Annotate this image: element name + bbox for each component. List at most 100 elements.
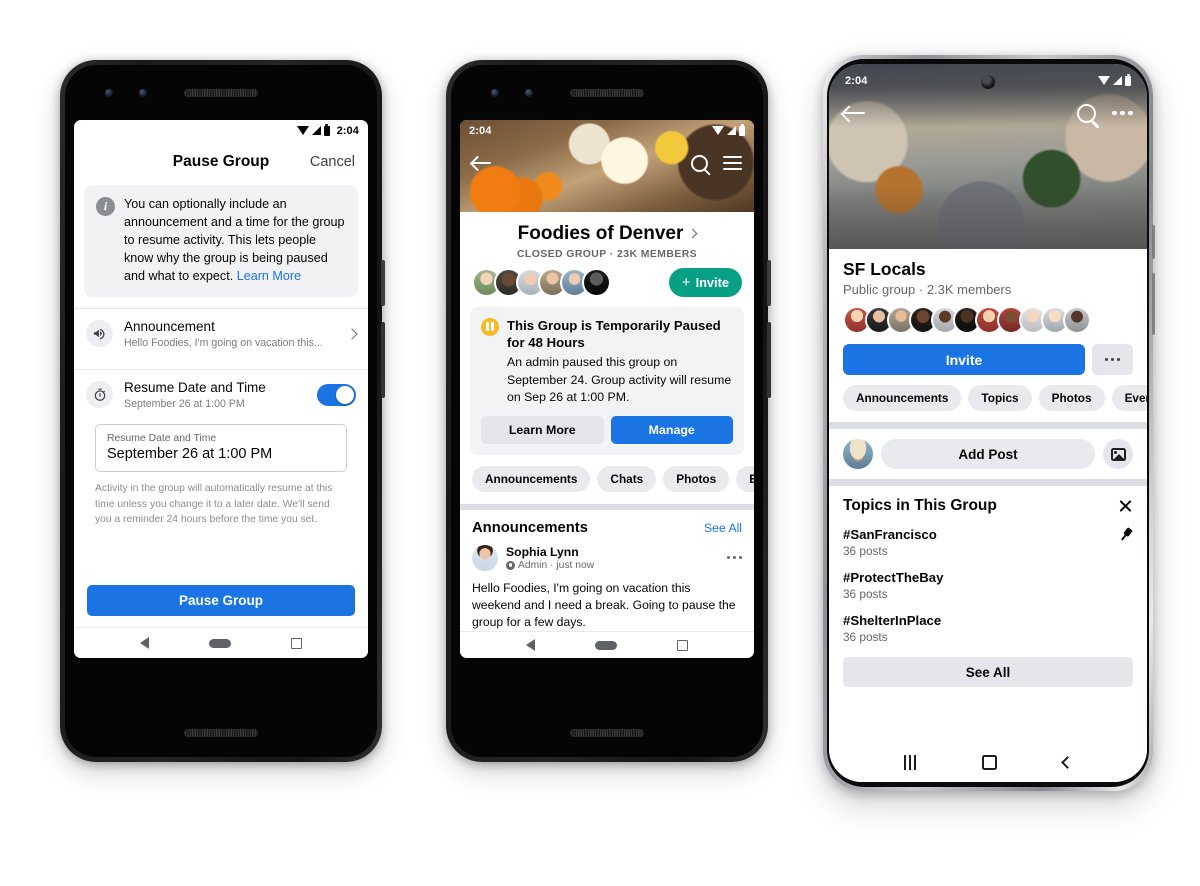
signal-icon	[727, 126, 736, 135]
avatar[interactable]	[472, 544, 498, 571]
group-tabs: Announcements Topics Photos Events	[829, 375, 1147, 422]
member-facepile[interactable]	[472, 267, 611, 297]
back-arrow-icon[interactable]	[843, 105, 865, 122]
resume-date-toggle[interactable]	[317, 383, 356, 406]
wifi-icon	[296, 126, 309, 135]
front-camera-secondary-icon	[139, 89, 147, 97]
list-item[interactable]: #ProtectTheBay 36 posts	[843, 570, 1133, 601]
status-bar-time: 2:04	[469, 124, 492, 137]
topic-tag: #SanFrancisco	[843, 527, 937, 542]
list-item[interactable]: #SanFrancisco 36 posts	[843, 527, 1133, 558]
back-arrow-icon[interactable]	[472, 156, 491, 171]
more-horizontal-icon[interactable]	[727, 555, 742, 560]
avatar[interactable]	[843, 439, 873, 469]
phone-2-device: 2:04 Foodies of Denver CLOSED GROUP · 23…	[446, 60, 771, 762]
group-name-row[interactable]: Foodies of Denver	[460, 212, 754, 245]
recents-icon[interactable]	[677, 639, 688, 651]
bottom-speaker	[184, 729, 258, 737]
pause-group-form: 2:04 Pause Group Cancel i You can option…	[74, 120, 368, 658]
resume-date-input[interactable]: Resume Date and Time September 26 at 1:0…	[95, 424, 347, 473]
section-separator	[829, 479, 1147, 486]
megaphone-icon	[86, 320, 113, 348]
group-cover-photo[interactable]: 2:04	[829, 64, 1147, 249]
topic-count: 36 posts	[843, 587, 888, 601]
chevron-right-icon	[346, 328, 358, 340]
more-horizontal-icon[interactable]	[1112, 110, 1133, 116]
front-camera-icon	[491, 89, 499, 97]
home-icon[interactable]	[209, 638, 231, 648]
topics-header: Topics in This Group	[843, 497, 1133, 515]
front-camera-icon	[981, 75, 995, 89]
volume-button[interactable]	[767, 322, 771, 398]
list-item[interactable]: #ShelterInPlace 36 posts	[843, 613, 1133, 644]
pause-group-button[interactable]: Pause Group	[87, 585, 355, 616]
status-bar-time: 2:04	[845, 74, 868, 87]
phone-3-bezel: 2:04 SF Locals Public group · 2.3K membe…	[827, 59, 1149, 787]
earpiece-speaker	[184, 89, 258, 97]
home-icon[interactable]	[595, 640, 617, 650]
post-meta: Admin · just now	[506, 560, 594, 571]
search-icon[interactable]	[691, 154, 708, 172]
group-cover-photo[interactable]: 2:04	[460, 120, 754, 212]
phone-1-screen: 2:04 Pause Group Cancel i You can option…	[74, 120, 368, 658]
info-notice-body: You can optionally include an announceme…	[124, 197, 345, 283]
topics-see-all-button[interactable]: See All	[843, 657, 1133, 687]
tab-photos[interactable]: Photos	[663, 465, 730, 492]
member-facepile[interactable]	[843, 306, 1133, 334]
post-author-name[interactable]: Sophia Lynn	[506, 545, 594, 559]
photo-icon[interactable]	[1103, 439, 1133, 469]
learn-more-link[interactable]: Learn More	[237, 269, 301, 283]
signal-icon	[311, 126, 321, 135]
phone-3-device: 2:04 SF Locals Public group · 2.3K membe…	[823, 55, 1155, 791]
announcements-see-all-link[interactable]: See All	[704, 521, 742, 535]
back-icon[interactable]	[140, 637, 149, 649]
resume-date-row[interactable]: Resume Date and Time September 26 at 1:0…	[74, 370, 368, 419]
announcement-row-title: Announcement	[124, 319, 215, 335]
avatar	[582, 267, 611, 297]
announcement-row-subtitle: Hello Foodies, I'm going on vacation thi…	[124, 337, 323, 350]
topics-title: Topics in This Group	[843, 497, 997, 514]
avatar	[1063, 306, 1091, 334]
pin-icon[interactable]	[1115, 524, 1136, 545]
tab-announcements[interactable]: Announcements	[843, 385, 962, 411]
search-icon[interactable]	[1077, 103, 1097, 123]
cancel-button[interactable]: Cancel	[310, 154, 355, 170]
tab-announcements[interactable]: Announcements	[472, 465, 591, 492]
invite-button[interactable]: + Invite	[668, 267, 742, 297]
home-icon[interactable]	[981, 754, 997, 770]
recents-icon[interactable]	[291, 637, 302, 649]
announcements-header: Announcements See All	[472, 520, 742, 536]
group-page: 2:04 Foodies of Denver CLOSED GROUP · 23…	[460, 120, 754, 658]
close-icon[interactable]	[1118, 499, 1133, 514]
back-icon[interactable]	[526, 639, 535, 652]
stopwatch-icon	[86, 381, 113, 409]
recents-icon[interactable]	[904, 754, 916, 770]
power-button[interactable]	[767, 260, 771, 306]
page-title: Pause Group	[172, 153, 270, 170]
hamburger-icon[interactable]	[723, 156, 742, 170]
invite-button[interactable]: Invite	[843, 344, 1085, 375]
resume-help-text: Activity in the group will automatically…	[95, 483, 333, 526]
add-post-input[interactable]: Add Post	[881, 439, 1095, 469]
tab-chats[interactable]: Chats	[597, 465, 657, 492]
more-options-button[interactable]	[1092, 344, 1133, 375]
power-button[interactable]	[381, 260, 385, 306]
cover-toolbar	[829, 96, 1147, 130]
phone-1-bezel: 2:04 Pause Group Cancel i You can option…	[65, 65, 377, 757]
announcement-row[interactable]: Announcement Hello Foodies, I'm going on…	[74, 309, 368, 358]
paused-banner-head: This Group is Temporarily Paused for 48 …	[481, 317, 733, 351]
learn-more-button[interactable]: Learn More	[481, 415, 604, 444]
back-icon[interactable]	[1061, 755, 1074, 769]
tab-events[interactable]: Events	[736, 465, 754, 492]
volume-button[interactable]	[381, 322, 385, 398]
tab-events[interactable]: Events	[1111, 385, 1147, 411]
volume-button[interactable]	[1152, 273, 1155, 335]
power-button[interactable]	[1152, 225, 1155, 259]
battery-icon	[1125, 73, 1131, 86]
info-notice-text: You can optionally include an announceme…	[124, 196, 346, 285]
tab-topics[interactable]: Topics	[968, 385, 1032, 411]
post-body: Hello Foodies, I'm going on vacation thi…	[472, 580, 736, 630]
manage-button[interactable]: Manage	[610, 415, 733, 444]
paused-banner-title: This Group is Temporarily Paused for 48 …	[507, 317, 721, 351]
tab-photos[interactable]: Photos	[1038, 385, 1105, 411]
